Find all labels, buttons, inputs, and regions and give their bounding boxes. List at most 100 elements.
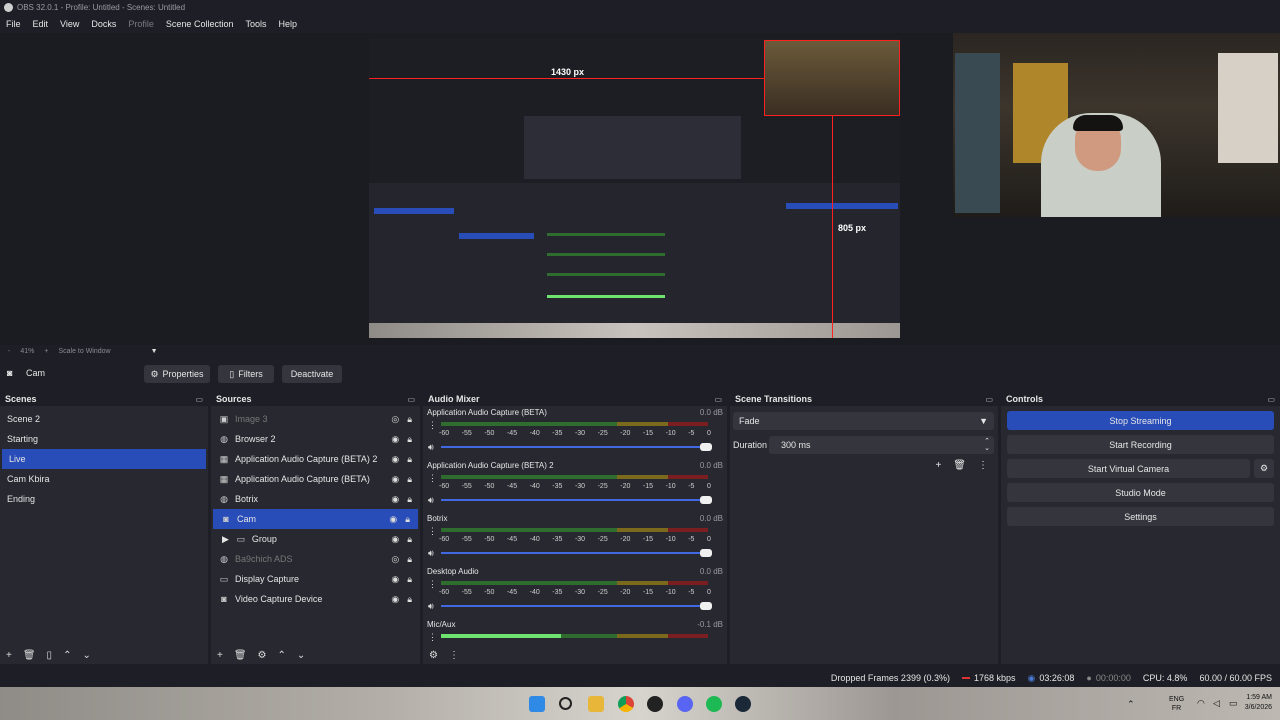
eye-icon[interactable]: ◉ — [391, 494, 399, 505]
lock-icon[interactable]: 🔒︎ — [407, 594, 412, 605]
scene-item-active[interactable]: Live — [2, 449, 206, 469]
source-item[interactable]: ◍ Browser 2 ◉ 🔒︎ — [211, 429, 420, 449]
start-virtual-camera-button[interactable]: Start Virtual Camera — [1007, 459, 1250, 478]
visibility-hidden-icon[interactable]: ◎ — [391, 414, 399, 425]
volume-icon[interactable]: ◁ — [1213, 698, 1220, 709]
expand-arrow-icon[interactable]: ▶ — [222, 534, 229, 545]
menu-edit[interactable]: Edit — [33, 19, 49, 29]
scene-item[interactable]: Starting — [0, 429, 208, 449]
source-item[interactable]: ▭ Display Capture ◉ 🔒︎ — [211, 569, 420, 589]
source-item[interactable]: ◍ Botrix ◉ 🔒︎ — [211, 489, 420, 509]
dock-undock-icon[interactable]: ▭ — [985, 395, 993, 404]
move-up-icon[interactable]: ⌃ — [63, 650, 71, 661]
duration-spinbox[interactable]: 300 ms ⌃ ⌄ — [769, 436, 994, 454]
lock-icon[interactable]: 🔒︎ — [407, 414, 412, 425]
wifi-icon[interactable]: ◠ — [1197, 698, 1205, 709]
obs-icon[interactable] — [647, 696, 663, 712]
remove-scene-icon[interactable]: 🗑 — [23, 650, 36, 661]
eye-icon[interactable]: ◉ — [391, 434, 399, 445]
zoom-out-button[interactable]: - — [8, 348, 10, 355]
menu-profile[interactable]: Profile — [128, 19, 154, 29]
menu-docks[interactable]: Docks — [91, 19, 116, 29]
source-item[interactable]: ▣ Image 3 ◎ 🔒︎ — [211, 409, 420, 429]
source-item[interactable]: ◙ Video Capture Device ◉ 🔒︎ — [211, 589, 420, 609]
scene-item[interactable]: Ending — [0, 489, 208, 509]
lock-icon[interactable]: 🔒︎ — [407, 434, 412, 445]
channel-menu-icon[interactable]: ⋮ — [428, 579, 437, 590]
channel-menu-icon[interactable]: ⋮ — [428, 632, 437, 642]
steam-icon[interactable] — [735, 696, 751, 712]
search-icon[interactable] — [559, 697, 572, 710]
scene-item[interactable]: Cam Kbira — [0, 469, 208, 489]
channel-menu-icon[interactable]: ⋮ — [428, 526, 437, 537]
lock-icon[interactable]: 🔒︎ — [405, 514, 410, 525]
dock-undock-icon[interactable]: ▭ — [195, 395, 203, 404]
source-properties-icon[interactable]: ⚙ — [258, 650, 267, 661]
source-item[interactable]: ◍ Ba9chich ADS ◎ 🔒︎ — [211, 549, 420, 569]
move-down-icon[interactable]: ⌄ — [82, 650, 90, 661]
volume-slider[interactable] — [441, 549, 712, 557]
menu-file[interactable]: File — [6, 19, 21, 29]
preview-canvas[interactable]: 1430 px 805 px — [369, 38, 900, 338]
tray-overflow-icon[interactable]: ⌃ — [1127, 699, 1135, 710]
lock-icon[interactable]: 🔒︎ — [407, 534, 412, 545]
add-transition-icon[interactable]: + — [935, 460, 941, 471]
source-item[interactable]: ▶ ▭ Group ◉ 🔒︎ — [211, 529, 420, 549]
add-source-icon[interactable]: + — [217, 650, 223, 661]
menu-view[interactable]: View — [60, 19, 79, 29]
menu-help[interactable]: Help — [278, 19, 297, 29]
properties-button[interactable]: ⚙ Properties — [144, 365, 210, 383]
virtual-camera-settings-button[interactable]: ⚙ — [1254, 459, 1274, 478]
volume-slider[interactable] — [441, 602, 712, 610]
volume-slider-knob[interactable] — [700, 549, 712, 557]
volume-slider[interactable] — [441, 496, 712, 504]
deactivate-button[interactable]: Deactivate — [282, 365, 342, 383]
clock[interactable]: 1:59 AM 3/6/2026 — [1236, 693, 1272, 713]
settings-button[interactable]: Settings — [1007, 507, 1274, 526]
menu-scene-collection[interactable]: Scene Collection — [166, 19, 234, 29]
eye-icon[interactable]: ◉ — [389, 514, 397, 525]
selected-source-box[interactable] — [764, 40, 900, 116]
remove-transition-icon[interactable]: 🗑 — [953, 460, 966, 471]
file-explorer-icon[interactable] — [588, 696, 604, 712]
eye-icon[interactable]: ◉ — [391, 534, 399, 545]
spotify-icon[interactable] — [706, 696, 722, 712]
eye-icon[interactable]: ◉ — [391, 574, 399, 585]
menu-tools[interactable]: Tools — [245, 19, 266, 29]
advanced-audio-icon[interactable]: ⚙ — [429, 650, 438, 661]
remove-source-icon[interactable]: 🗑 — [234, 650, 247, 661]
volume-slider-knob[interactable] — [700, 496, 712, 504]
chrome-icon[interactable] — [618, 696, 634, 712]
dock-undock-icon[interactable]: ▭ — [407, 395, 415, 404]
dock-undock-icon[interactable]: ▭ — [1267, 395, 1275, 404]
scene-filters-icon[interactable]: ▯ — [47, 650, 53, 661]
dock-undock-icon[interactable]: ▭ — [714, 395, 722, 404]
scene-item[interactable]: Scene 2 — [0, 409, 208, 429]
volume-slider[interactable] — [441, 443, 712, 451]
add-scene-icon[interactable]: + — [6, 650, 12, 661]
move-down-icon[interactable]: ⌄ — [297, 650, 305, 661]
eye-icon[interactable]: ◉ — [391, 474, 399, 485]
discord-icon[interactable] — [677, 696, 693, 712]
zoom-in-button[interactable]: + — [44, 348, 48, 355]
speaker-icon[interactable]: 🔊︎ — [428, 548, 434, 559]
filters-button[interactable]: ▯ Filters — [218, 365, 274, 383]
source-item-active[interactable]: ◙ Cam ◉ 🔒︎ — [213, 509, 418, 529]
windows-start-icon[interactable] — [529, 696, 545, 712]
lock-icon[interactable]: 🔒︎ — [407, 474, 412, 485]
eye-icon[interactable]: ◉ — [391, 454, 399, 465]
transition-select[interactable]: Fade ▼ — [733, 412, 994, 430]
visibility-hidden-icon[interactable]: ◎ — [391, 554, 399, 565]
lock-icon[interactable]: 🔒︎ — [407, 574, 412, 585]
lock-icon[interactable]: 🔒︎ — [407, 454, 412, 465]
speaker-icon[interactable]: 🔊︎ — [428, 495, 434, 506]
volume-slider-knob[interactable] — [700, 443, 712, 451]
start-recording-button[interactable]: Start Recording — [1007, 435, 1274, 454]
source-item[interactable]: ▦ Application Audio Capture (BETA) 2 ◉ 🔒︎ — [211, 449, 420, 469]
speaker-icon[interactable]: 🔊︎ — [428, 601, 434, 612]
move-up-icon[interactable]: ⌃ — [278, 650, 286, 661]
studio-mode-button[interactable]: Studio Mode — [1007, 483, 1274, 502]
preview-area[interactable]: 1430 px 805 px — [0, 33, 1280, 345]
transition-menu-icon[interactable]: ⋮ — [978, 460, 988, 471]
lock-icon[interactable]: 🔒︎ — [407, 494, 412, 505]
